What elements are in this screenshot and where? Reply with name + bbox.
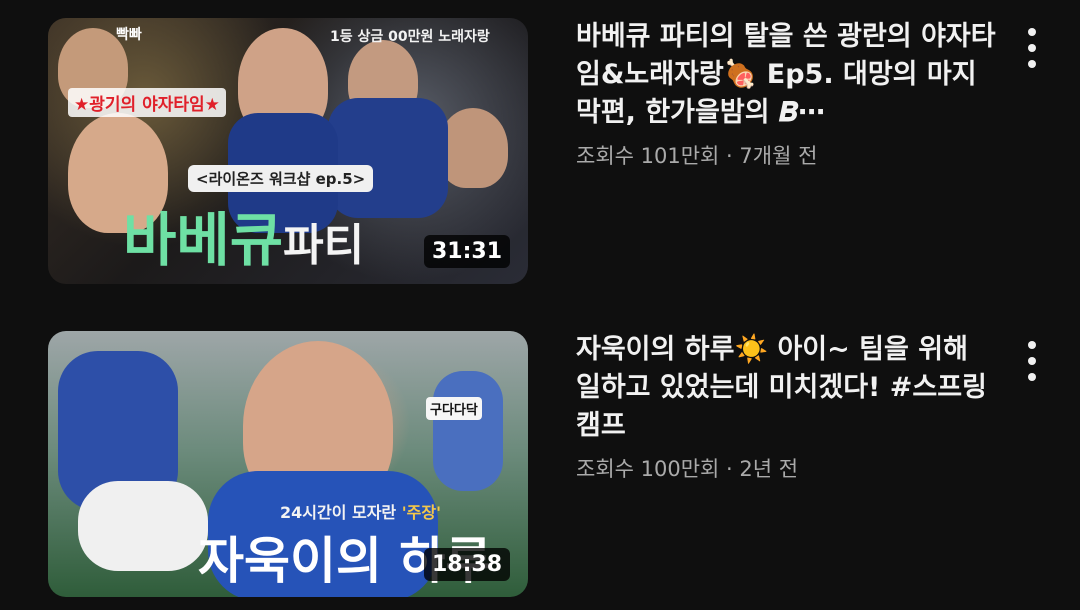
thumbnail-big-title: 바베큐파티 xyxy=(123,193,364,277)
thumbnail-person xyxy=(78,481,208,571)
thumbnail-red-tag: ★광기의 야자타임★ xyxy=(68,88,226,117)
more-vert-icon[interactable] xyxy=(1020,28,1044,68)
video-title[interactable]: 자욱이의 하루☀️ 아이~ 팀을 위해 일하고 있었는데 미치겠다! #스프링캠… xyxy=(576,331,996,445)
thumbnail-person xyxy=(433,371,503,491)
thumbnail-subtitle-pre: 24시간이 모자란 xyxy=(280,503,402,522)
thumbnail-badge: 빡빠 xyxy=(116,27,142,43)
video-thumbnail[interactable]: 구다다닥 24시간이 모자란 '주장' 자욱이의 하루 18:38 xyxy=(48,331,528,597)
thumbnail-big-left: 바베큐 xyxy=(123,206,284,274)
dot xyxy=(1028,341,1036,349)
separator: · xyxy=(719,457,740,481)
video-item[interactable]: 구다다닥 24시간이 모자란 '주장' 자욱이의 하루 18:38 자욱이의 하… xyxy=(0,331,1080,601)
thumbnail-sticker: 구다다닥 xyxy=(426,397,482,420)
video-duration: 31:31 xyxy=(423,235,510,268)
view-count: 조회수 101만회 xyxy=(576,144,720,168)
video-meta: 바베큐 파티의 탈을 쓴 광란의 야자타임&노래자랑🍖 Ep5. 대망의 마지막… xyxy=(576,18,996,170)
dot xyxy=(1028,28,1036,36)
thumbnail-person xyxy=(438,108,508,188)
thumbnail-series-label: <라이온즈 워크샵 ep.5> xyxy=(188,165,374,192)
upload-age: 7개월 전 xyxy=(739,144,818,168)
video-duration: 18:38 xyxy=(423,548,510,581)
thumbnail-subtitle-highlight: '주장' xyxy=(401,503,441,522)
video-title[interactable]: 바베큐 파티의 탈을 쓴 광란의 야자타임&노래자랑🍖 Ep5. 대망의 마지막… xyxy=(576,18,996,132)
dot xyxy=(1028,373,1036,381)
view-count: 조회수 100만회 xyxy=(576,457,720,481)
dot xyxy=(1028,357,1036,365)
upload-age: 2년 전 xyxy=(739,457,799,481)
dot xyxy=(1028,60,1036,68)
video-item[interactable]: 빡빠 1등 상금 00만원 노래자랑 ★광기의 야자타임★ <라이온즈 워크샵 … xyxy=(0,18,1080,288)
video-meta: 자욱이의 하루☀️ 아이~ 팀을 위해 일하고 있었는데 미치겠다! #스프링캠… xyxy=(576,331,996,483)
separator: · xyxy=(719,144,740,168)
dot xyxy=(1028,44,1036,52)
thumbnail-top-caption: 1등 상금 00만원 노래자랑 xyxy=(330,29,490,45)
more-vert-icon[interactable] xyxy=(1020,341,1044,381)
thumbnail-big-right: 파티 xyxy=(283,220,365,271)
thumbnail-subtitle: 24시간이 모자란 '주장' xyxy=(280,499,441,523)
video-thumbnail[interactable]: 빡빠 1등 상금 00만원 노래자랑 ★광기의 야자타임★ <라이온즈 워크샵 … xyxy=(48,18,528,284)
video-stats: 조회수 100만회 · 2년 전 xyxy=(576,453,996,483)
video-stats: 조회수 101만회 · 7개월 전 xyxy=(576,140,996,170)
